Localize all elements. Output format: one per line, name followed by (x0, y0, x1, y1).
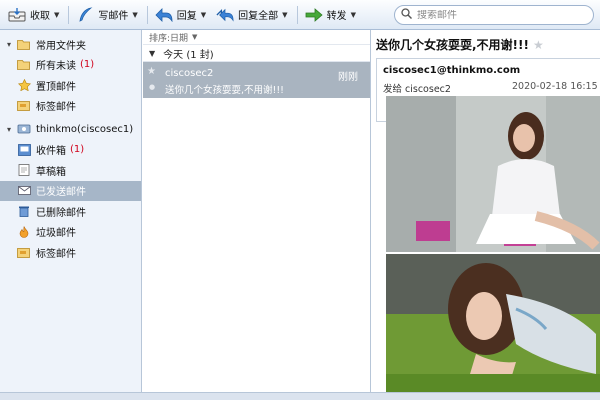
toolbar-divider (68, 5, 70, 24)
reading-pane: 送你几个女孩耍耍,不用谢!!! ★ ciscosec1@thinkmo.com 发… (372, 30, 600, 400)
reply-label: 回复 (176, 11, 197, 22)
folder-label: 收件箱 (36, 146, 66, 158)
collapse-toggle-icon[interactable]: ▼ (149, 49, 155, 58)
message-time: 刚刚 (338, 72, 358, 83)
search-icon[interactable] (401, 8, 412, 22)
forward-arrow-icon (305, 7, 323, 23)
folder-label: 所有未读 (36, 61, 76, 73)
sent-icon (17, 185, 31, 197)
folder-label: 置顶邮件 (36, 81, 76, 93)
account-label: thinkmo(ciscosec1) (36, 123, 134, 135)
inbox-tray-icon (8, 7, 26, 23)
folder-label: 已发送邮件 (36, 187, 86, 199)
email-date: 2020-02-18 16:15 (512, 81, 598, 92)
folder-sidebar: ▾ 常用文件夹 所有未读 (1) 置顶邮件 标签邮件 ▾ thinkmo(cis… (0, 30, 142, 400)
date-group-header[interactable]: ▼ 今天 (1 封) (143, 45, 370, 62)
folder-label: 标签邮件 (36, 248, 76, 260)
search-input[interactable] (417, 9, 587, 21)
search-box[interactable] (394, 5, 594, 25)
folder-label: 垃圾邮件 (36, 228, 76, 240)
collapse-toggle-icon[interactable]: ▾ (7, 125, 17, 134)
tag-folder-icon (17, 246, 31, 258)
folder-label: 已删除邮件 (36, 207, 86, 219)
email-title: 送你几个女孩耍耍,不用谢!!! ★ (376, 36, 544, 53)
reply-button[interactable]: 回复 ▼ (151, 3, 210, 27)
folder-icon (17, 38, 31, 50)
message-subject: 送你几个女孩耍耍,不用谢!!! (165, 85, 284, 96)
drafts-icon (17, 164, 31, 177)
chevron-down-icon[interactable]: ▼ (132, 11, 137, 19)
star-icon[interactable]: ★ (533, 38, 544, 52)
recipient-line: 发给 ciscosec2 (383, 84, 451, 95)
reply-all-arrow-icon (216, 7, 234, 23)
chevron-down-icon[interactable]: ▼ (351, 11, 356, 19)
folder-account-tagged[interactable]: 标签邮件 (0, 242, 141, 263)
forward-label: 转发 (326, 11, 347, 22)
folder-sent[interactable]: 已发送邮件 (0, 180, 141, 201)
sort-label: 排序:日期 (149, 33, 189, 44)
account-icon (17, 123, 31, 135)
trash-icon (17, 205, 31, 218)
folder-deleted[interactable]: 已删除邮件 (0, 201, 141, 222)
email-photo-2 (386, 254, 600, 400)
chevron-down-icon[interactable]: ▼ (192, 33, 197, 41)
message-list: 排序:日期 ▼ ▼ 今天 (1 封) ★ ciscosec2 刚刚 ● 送你几个… (143, 30, 371, 400)
forward-button[interactable]: 转发 ▼ (301, 3, 360, 27)
chevron-down-icon[interactable]: ▼ (201, 11, 206, 19)
receive-button[interactable]: 收取 ▼ (4, 3, 63, 27)
collapse-toggle-icon[interactable]: ▾ (7, 40, 17, 49)
reply-all-label: 回复全部 (238, 11, 279, 22)
reply-all-button[interactable]: 回复全部 ▼ (212, 3, 291, 27)
message-sender: ciscosec2 (165, 68, 214, 79)
folder-spam[interactable]: 垃圾邮件 (0, 222, 141, 243)
folder-all-unread[interactable]: 所有未读 (1) (0, 55, 141, 76)
feather-pen-icon (76, 6, 94, 23)
folder-group-label: 常用文件夹 (36, 40, 86, 52)
compose-label: 写邮件 (98, 11, 129, 22)
star-icon[interactable]: ★ (147, 66, 156, 77)
sender-address[interactable]: ciscosec1@thinkmo.com (383, 65, 520, 76)
spam-flame-icon (17, 226, 31, 238)
folder-pinned[interactable]: 置顶邮件 (0, 75, 141, 96)
inbox-icon (17, 143, 31, 156)
receive-label: 收取 (30, 11, 50, 22)
compose-button[interactable]: 写邮件 ▼ (72, 3, 141, 27)
read-status-dot-icon: ● (149, 83, 156, 91)
unread-count: (1) (80, 59, 95, 71)
folder-group-account[interactable]: ▾ thinkmo(ciscosec1) (0, 119, 141, 140)
tag-folder-icon (17, 100, 31, 112)
folder-inbox[interactable]: 收件箱 (1) (0, 140, 141, 161)
message-row[interactable]: ★ ciscosec2 刚刚 ● 送你几个女孩耍耍,不用谢!!! (143, 62, 370, 98)
toolbar-divider (296, 5, 298, 24)
toolbar: 收取 ▼ 写邮件 ▼ 回复 ▼ 回复全部 ▼ 转发 ▼ (0, 0, 600, 30)
folder-drafts[interactable]: 草稿箱 (0, 160, 141, 181)
folder-icon (17, 59, 31, 71)
reply-arrow-icon (155, 7, 173, 23)
folder-label: 草稿箱 (36, 166, 66, 178)
chevron-down-icon[interactable]: ▼ (282, 11, 287, 19)
toolbar-divider (146, 5, 148, 24)
star-icon (17, 79, 31, 92)
folder-tagged[interactable]: 标签邮件 (0, 96, 141, 117)
folder-group-common[interactable]: ▾ 常用文件夹 (0, 34, 141, 55)
unread-count: (1) (70, 144, 85, 156)
status-bar (0, 392, 600, 400)
folder-label: 标签邮件 (36, 102, 76, 114)
sort-selector[interactable]: 排序:日期 ▼ (143, 30, 370, 45)
email-subject: 送你几个女孩耍耍,不用谢!!! (376, 38, 529, 52)
email-photo-1 (386, 96, 600, 252)
date-group-label: 今天 (1 封) (163, 49, 214, 61)
chevron-down-icon[interactable]: ▼ (54, 11, 59, 19)
